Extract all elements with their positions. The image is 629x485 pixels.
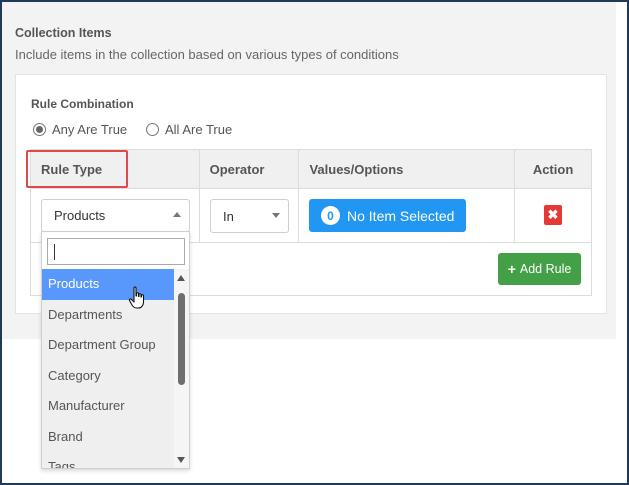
radio-label: All Are True <box>165 122 233 137</box>
values-button-label: No Item Selected <box>347 207 455 224</box>
rule-type-select[interactable]: Products <box>41 199 190 232</box>
dropdown-option-departments[interactable]: Departments <box>42 299 175 330</box>
rule-type-dropdown: Products Departments Department Group Ca… <box>41 231 190 469</box>
header-operator: Operator <box>198 149 300 189</box>
add-rule-button[interactable]: + Add Rule <box>498 253 581 285</box>
selected-count-badge: 0 <box>321 206 340 225</box>
text-cursor <box>54 244 55 260</box>
rule-type-highlight <box>26 150 128 188</box>
dropdown-option-tags[interactable]: Tags <box>42 452 175 468</box>
section-title: Collection Items <box>15 26 112 40</box>
add-rule-label: Add Rule <box>519 262 572 276</box>
header-values-options: Values/Options <box>298 149 516 189</box>
radio-button[interactable] <box>146 123 159 136</box>
dropdown-option-brand[interactable]: Brand <box>42 421 175 452</box>
dropdown-option-department-group[interactable]: Department Group <box>42 330 175 361</box>
close-icon: ✖ <box>547 207 559 222</box>
radio-any-are-true[interactable]: Any Are True <box>33 122 127 137</box>
operator-select[interactable]: In <box>210 199 289 233</box>
operator-selected-value: In <box>223 208 234 224</box>
values-options-button[interactable]: 0 No Item Selected <box>309 199 466 232</box>
rule-combination-label: Rule Combination <box>31 97 134 111</box>
scroll-down-arrow-icon[interactable] <box>177 457 185 463</box>
header-action: Action <box>514 149 592 189</box>
section-description: Include items in the collection based on… <box>15 47 399 62</box>
dropdown-option-category[interactable]: Category <box>42 360 175 391</box>
radio-button-checked[interactable] <box>33 123 46 136</box>
caret-up-icon <box>173 212 181 217</box>
plus-icon: + <box>507 261 516 277</box>
caret-down-icon <box>272 213 280 218</box>
dropdown-option-manufacturer[interactable]: Manufacturer <box>42 391 175 422</box>
delete-rule-button[interactable]: ✖ <box>544 205 562 225</box>
rule-type-selected-value: Products <box>54 208 106 223</box>
hand-pointer-icon <box>128 286 145 309</box>
radio-label: Any Are True <box>52 122 128 137</box>
dropdown-option-products[interactable]: Products <box>42 269 175 300</box>
radio-all-are-true[interactable]: All Are True <box>146 122 232 137</box>
dropdown-search-input[interactable] <box>47 238 185 265</box>
dropdown-options: Products Departments Department Group Ca… <box>42 269 175 468</box>
dropdown-scrollbar[interactable] <box>174 269 189 468</box>
scroll-up-arrow-icon[interactable] <box>177 275 185 281</box>
scrollbar-thumb[interactable] <box>178 293 185 385</box>
